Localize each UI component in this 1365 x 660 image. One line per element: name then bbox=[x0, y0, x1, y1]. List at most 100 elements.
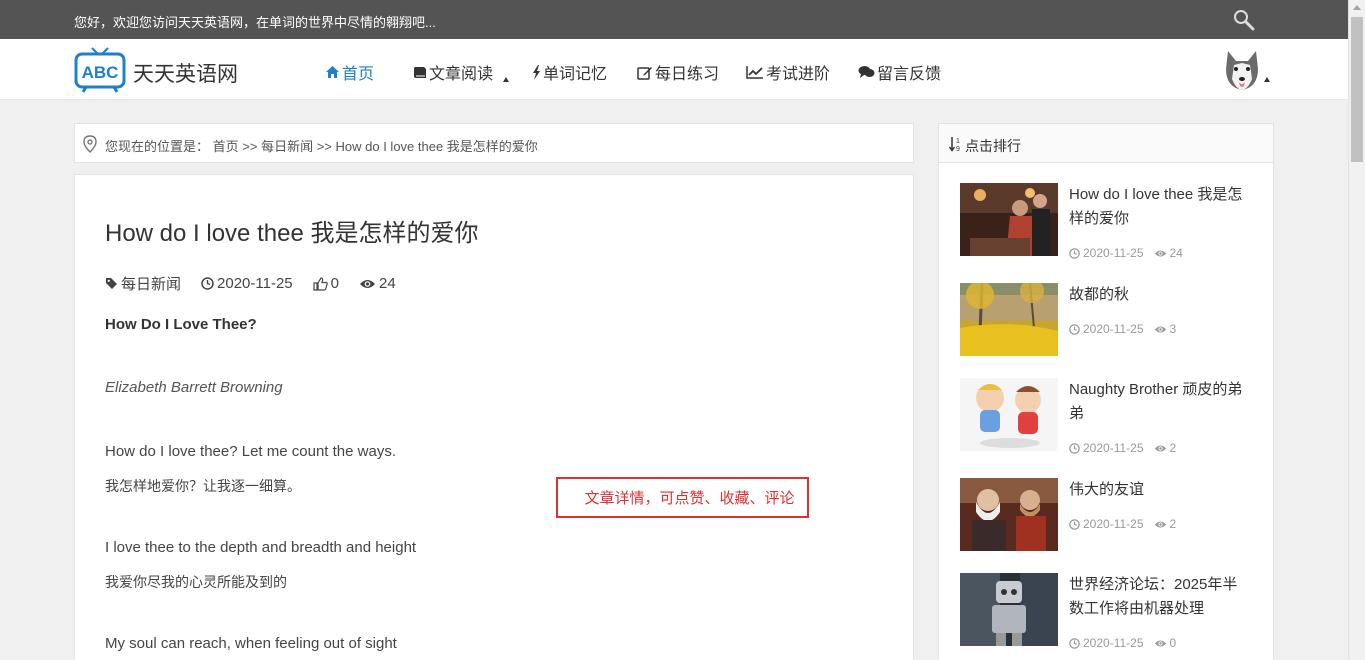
nav-label: 首页 bbox=[342, 66, 375, 83]
nav-item-feedback[interactable]: 留言反馈 bbox=[858, 60, 941, 84]
thumbnail-autumn-leaves[interactable] bbox=[960, 283, 1058, 356]
view-count: 24 bbox=[378, 275, 396, 292]
article-meta: 每日新闻 2020-11-25 0 24 bbox=[105, 273, 416, 294]
sidebar-title: 点击排行 bbox=[965, 138, 1021, 154]
meta-date-label: 2020-11-25 bbox=[217, 275, 293, 292]
logo-icon[interactable]: ABC bbox=[74, 47, 126, 93]
page-scrollbar[interactable] bbox=[1348, 0, 1365, 660]
eye-icon bbox=[1154, 326, 1166, 332]
poem-line: I love thee to the depth and breadth and… bbox=[105, 539, 417, 556]
breadcrumb-category-link[interactable]: 每日新闻 bbox=[261, 139, 313, 154]
eye-icon bbox=[359, 279, 375, 288]
meta-category[interactable]: 每日新闻 bbox=[105, 273, 181, 294]
nav-label: 考试进阶 bbox=[766, 66, 831, 83]
rank-meta: 2020-11-25 0 bbox=[1069, 636, 1176, 650]
rank-meta: 2020-11-25 24 bbox=[1069, 246, 1183, 260]
svg-text:9: 9 bbox=[956, 146, 960, 152]
breadcrumb-current: How do I love thee 我是怎样的爱你 bbox=[335, 139, 538, 154]
eye-icon bbox=[1154, 250, 1166, 256]
meta-date: 2020-11-25 bbox=[201, 275, 293, 292]
sidebar-header: 19 点击排行 bbox=[939, 124, 1273, 163]
scrollbar-thumb[interactable] bbox=[1351, 17, 1363, 162]
rank-view-count: 3 bbox=[1169, 322, 1177, 336]
article-panel: How do I love thee 我是怎样的爱你 每日新闻 2020-11-… bbox=[74, 174, 914, 660]
eye-icon bbox=[1154, 521, 1166, 527]
breadcrumb-prefix: 您现在的位置是： bbox=[105, 139, 210, 154]
nav-item-articles[interactable]: 文章阅读 bbox=[413, 60, 493, 84]
line-chart-icon bbox=[746, 66, 763, 79]
eye-icon bbox=[1154, 445, 1166, 451]
rank-title[interactable]: 故都的秋 bbox=[1069, 283, 1249, 307]
rank-view-count: 0 bbox=[1169, 636, 1177, 650]
rank-date: 2020-11-25 bbox=[1083, 517, 1144, 531]
clock-icon bbox=[201, 277, 214, 290]
thumbnail-robot[interactable] bbox=[960, 573, 1058, 646]
thumbnail-cartoon-kids[interactable] bbox=[960, 378, 1058, 451]
rank-view-count: 2 bbox=[1169, 517, 1177, 531]
rank-meta: 2020-11-25 2 bbox=[1069, 517, 1176, 531]
edit-icon bbox=[637, 66, 652, 80]
rank-title[interactable]: How do I love thee 我是怎样的爱你 bbox=[1069, 183, 1249, 231]
rank-date: 2020-11-25 bbox=[1083, 246, 1144, 260]
avatar-caret-icon bbox=[1264, 77, 1270, 82]
breadcrumb-separator: >> bbox=[313, 139, 336, 154]
ranking-sidebar: 19 点击排行 How do I love thee 我是怎样的爱你 2020-… bbox=[938, 123, 1274, 660]
nav-label: 单词记忆 bbox=[543, 66, 608, 83]
nav-item-words[interactable]: 单词记忆 bbox=[532, 60, 607, 84]
tag-icon bbox=[106, 278, 117, 289]
bolt-icon bbox=[533, 64, 540, 80]
rank-views: 2 bbox=[1154, 441, 1177, 455]
location-pin-icon bbox=[83, 135, 97, 153]
rank-views: 3 bbox=[1154, 322, 1177, 336]
breadcrumb: 您现在的位置是： 首页 >> 每日新闻 >> How do I love the… bbox=[74, 123, 914, 163]
rank-date: 2020-11-25 bbox=[1083, 441, 1144, 455]
rank-date: 2020-11-25 bbox=[1083, 322, 1144, 336]
poem-line-translation: 我怎样地爱你？让我逐一细算。 bbox=[105, 478, 301, 494]
rank-meta: 2020-11-25 3 bbox=[1069, 322, 1176, 336]
rank-meta: 2020-11-25 2 bbox=[1069, 441, 1176, 455]
welcome-text: 您好，欢迎您访问天天英语网，在单词的世界中尽情的翱翔吧... bbox=[74, 15, 436, 30]
avatar[interactable] bbox=[1222, 49, 1262, 91]
nav-item-practice[interactable]: 每日练习 bbox=[637, 60, 719, 84]
poem-line: My soul can reach, when feeling out of s… bbox=[105, 635, 397, 652]
search-icon[interactable] bbox=[1232, 8, 1256, 32]
breadcrumb-separator: >> bbox=[238, 139, 262, 154]
poem-line-translation: 我爱你尽我的心灵所能及到的 bbox=[105, 574, 287, 590]
annotation-callout: 文章详情，可点赞、收藏、评论 bbox=[556, 477, 809, 518]
rank-views: 0 bbox=[1154, 636, 1177, 650]
rank-views: 2 bbox=[1154, 517, 1177, 531]
like-button[interactable]: 0 bbox=[313, 275, 339, 292]
clock-icon bbox=[1069, 637, 1080, 649]
eye-icon bbox=[1154, 640, 1166, 646]
meta-category-label: 每日新闻 bbox=[121, 276, 182, 293]
nav-item-exam[interactable]: 考试进阶 bbox=[746, 60, 830, 84]
rank-title[interactable]: 世界经济论坛：2025年半数工作将由机器处理 bbox=[1069, 573, 1249, 621]
comments-icon bbox=[858, 66, 875, 78]
clock-icon bbox=[1069, 323, 1080, 335]
nav-label: 留言反馈 bbox=[877, 66, 942, 83]
scroll-up-arrow-icon[interactable] bbox=[1353, 5, 1361, 10]
clock-icon bbox=[1069, 247, 1080, 259]
rank-title[interactable]: 伟大的友谊 bbox=[1069, 478, 1249, 502]
home-icon bbox=[326, 66, 339, 78]
breadcrumb-home-link[interactable]: 首页 bbox=[213, 139, 239, 154]
clock-icon bbox=[1069, 518, 1080, 530]
poem-title: How Do I Love Thee? bbox=[105, 316, 257, 333]
poem-line: How do I love thee? Let me count the way… bbox=[105, 443, 396, 460]
thumbnail-painting-men[interactable] bbox=[960, 478, 1058, 551]
rank-date: 2020-11-25 bbox=[1083, 636, 1144, 650]
rank-title[interactable]: Naughty Brother 顽皮的弟弟 bbox=[1069, 378, 1249, 426]
logo-text: ABC bbox=[82, 63, 119, 82]
rank-view-count: 2 bbox=[1169, 441, 1177, 455]
site-name[interactable]: 天天英语网 bbox=[133, 58, 238, 88]
nav-item-home[interactable]: 首页 bbox=[325, 60, 374, 84]
nav-label: 每日练习 bbox=[655, 66, 720, 83]
breadcrumb-text: 您现在的位置是： 首页 >> 每日新闻 >> How do I love the… bbox=[105, 136, 538, 155]
thumbnail-couple-dinner[interactable] bbox=[960, 183, 1058, 256]
site-header: ABC 天天英语网 首页 文章阅读 单词记忆 每日练习 考试进阶 留言反馈 bbox=[0, 39, 1348, 100]
poem-author: Elizabeth Barrett Browning bbox=[105, 379, 283, 396]
book-icon bbox=[414, 67, 426, 78]
clock-icon bbox=[1069, 442, 1080, 454]
nav-label: 文章阅读 bbox=[429, 66, 494, 83]
rank-view-count: 24 bbox=[1169, 246, 1183, 260]
